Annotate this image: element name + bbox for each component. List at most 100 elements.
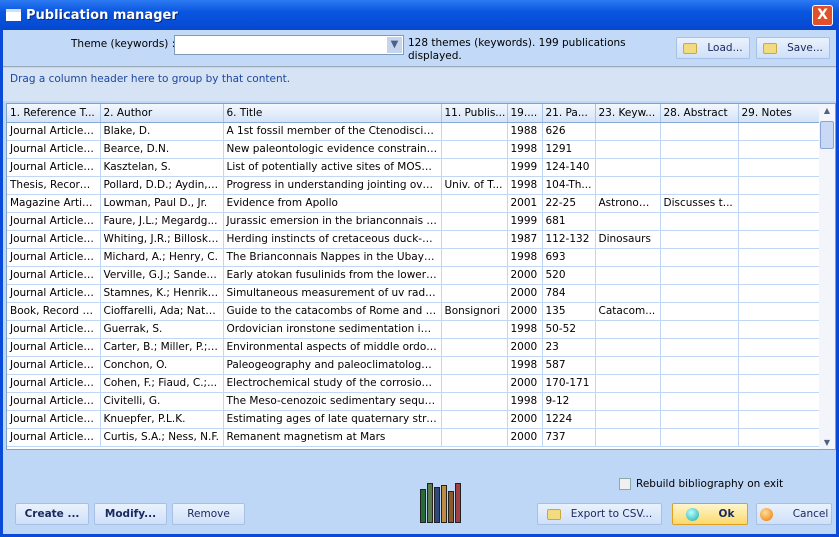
table-cell bbox=[595, 392, 661, 411]
column-header[interactable]: 6. Title bbox=[223, 104, 442, 123]
table-cell bbox=[441, 140, 508, 159]
column-header[interactable]: 28. Abstract bbox=[660, 104, 739, 123]
table-row[interactable]: Journal Article, ... Stamnes, K.; Henriks… bbox=[7, 284, 820, 303]
table-cell: Lowman, Paul D., Jr. bbox=[100, 194, 224, 213]
table-cell bbox=[595, 338, 661, 357]
table-cell: Stamnes, K.; Henriks... bbox=[100, 284, 224, 303]
table-row[interactable]: Journal Article, ... Civitelli, G. The Mes… bbox=[7, 392, 820, 411]
table-row[interactable]: Journal Article, ... Kasztelan, S. List of… bbox=[7, 158, 820, 177]
table-cell: Blake, D. bbox=[100, 122, 224, 141]
ok-label: Ok bbox=[718, 508, 735, 520]
column-header[interactable]: 1. Reference T... bbox=[7, 104, 101, 123]
table-cell: Journal Article, ... bbox=[7, 338, 101, 357]
table-cell: Ordovician ironstone sedimentation in Ou… bbox=[223, 320, 442, 339]
table-cell: Herding instincts of cretaceous duck-bil… bbox=[223, 230, 442, 249]
load-button[interactable]: Load... bbox=[676, 37, 750, 59]
table-cell: Journal Article, ... bbox=[7, 428, 101, 447]
table-cell: Magazine Articl... bbox=[7, 194, 101, 213]
create-button[interactable]: Create ... bbox=[15, 503, 89, 525]
scroll-down-icon[interactable]: ▼ bbox=[819, 438, 835, 447]
table-cell: Bearce, D.N. bbox=[100, 140, 224, 159]
table-row[interactable]: Journal Article, ... Blake, D. A 1st fossi… bbox=[7, 122, 820, 141]
table-cell: Progress in understanding jointing over … bbox=[223, 176, 442, 195]
table-cell: Remanent magnetism at Mars bbox=[223, 428, 442, 447]
close-button[interactable]: X bbox=[812, 5, 833, 26]
load-label: Load... bbox=[707, 42, 743, 54]
column-header[interactable]: 11. Publis... bbox=[441, 104, 508, 123]
table-cell: Journal Article, ... bbox=[7, 320, 101, 339]
folder-icon bbox=[546, 508, 561, 520]
table-cell bbox=[660, 392, 739, 411]
scroll-up-icon[interactable]: ▲ bbox=[819, 106, 835, 115]
export-csv-button[interactable]: Export to CSV... bbox=[537, 503, 662, 525]
table-cell: Carter, B.; Miller, P.; ... bbox=[100, 338, 224, 357]
table-cell bbox=[738, 284, 820, 303]
toolbar: Theme (keywords) : ▼ 128 themes (keyword… bbox=[3, 30, 836, 67]
table-cell: New paleontologic evidence constraining … bbox=[223, 140, 442, 159]
table-cell bbox=[595, 320, 661, 339]
table-row[interactable]: Journal Article, ... Whiting, J.R.; Billo… bbox=[7, 230, 820, 249]
table-row[interactable]: Journal Article, ... Cohen, F.; Fiaud, C.… bbox=[7, 374, 820, 393]
table-cell bbox=[738, 176, 820, 195]
group-by-panel[interactable]: Drag a column header here to group by th… bbox=[3, 68, 836, 101]
ok-button[interactable]: Ok bbox=[672, 503, 748, 525]
table-row[interactable]: Journal Article, ... Curtis, S.A.; Ness, … bbox=[7, 428, 820, 447]
column-header[interactable]: 23. Keyw... bbox=[595, 104, 661, 123]
table-cell: 1998 bbox=[507, 356, 543, 375]
table-row[interactable]: Journal Article, ... Conchon, O. Paleogeog… bbox=[7, 356, 820, 375]
table-cell bbox=[441, 320, 508, 339]
column-header[interactable]: 21. Pa... bbox=[542, 104, 596, 123]
table-cell bbox=[660, 320, 739, 339]
table-cell bbox=[738, 428, 820, 447]
remove-button[interactable]: Remove bbox=[172, 503, 245, 525]
table-cell: Catacom... bbox=[595, 302, 661, 321]
rebuild-checkbox[interactable] bbox=[619, 478, 631, 490]
chevron-down-icon[interactable]: ▼ bbox=[387, 37, 402, 53]
table-row[interactable]: Journal Article, ... Verville, G.J.; Sand… bbox=[7, 266, 820, 285]
table-cell bbox=[595, 374, 661, 393]
save-button[interactable]: Save... bbox=[756, 37, 830, 59]
table-row[interactable]: Journal Article, ... Bearce, D.N. New pale… bbox=[7, 140, 820, 159]
status-info: 128 themes (keywords). 199 publications … bbox=[408, 37, 626, 62]
table-row[interactable]: Journal Article, ... Knuepfer, P.L.K. Esti… bbox=[7, 410, 820, 429]
vertical-scrollbar[interactable]: ▲ ▼ bbox=[819, 104, 835, 449]
table-cell: 1988 bbox=[507, 122, 543, 141]
theme-combobox[interactable]: ▼ bbox=[174, 35, 404, 55]
table-cell bbox=[660, 410, 739, 429]
table-cell bbox=[595, 410, 661, 429]
table-row[interactable]: Journal Article, ... Guerrak, S. Ordovicia… bbox=[7, 320, 820, 339]
table-row[interactable]: Journal Article, ... Michard, A.; Henry, … bbox=[7, 248, 820, 267]
table-cell: Dinosaurs bbox=[595, 230, 661, 249]
table-cell bbox=[660, 338, 739, 357]
save-label: Save... bbox=[787, 42, 823, 54]
table-cell: 1998 bbox=[507, 248, 543, 267]
table-row[interactable]: Book, Record N... Cioffarelli, Ada; Natal… bbox=[7, 302, 820, 321]
table-cell: 693 bbox=[542, 248, 596, 267]
scroll-thumb[interactable] bbox=[820, 121, 834, 149]
table-cell: Journal Article, ... bbox=[7, 284, 101, 303]
table-cell: 2000 bbox=[507, 338, 543, 357]
table-cell: Verville, G.J.; Sander... bbox=[100, 266, 224, 285]
column-header[interactable]: 2. Author bbox=[100, 104, 224, 123]
table-cell: 587 bbox=[542, 356, 596, 375]
table-cell bbox=[738, 302, 820, 321]
table-cell: 1998 bbox=[507, 392, 543, 411]
table-row[interactable]: Journal Article, ... Faure, J.L.; Megardg… bbox=[7, 212, 820, 231]
table-cell: Paleogeography and paleoclimatology of .… bbox=[223, 356, 442, 375]
table-cell bbox=[738, 230, 820, 249]
column-header[interactable]: 19.... bbox=[507, 104, 543, 123]
window-icon bbox=[6, 9, 21, 21]
column-header[interactable]: 29. Notes bbox=[738, 104, 820, 123]
table-cell bbox=[660, 374, 739, 393]
cancel-button[interactable]: Cancel bbox=[756, 503, 832, 525]
table-cell bbox=[738, 320, 820, 339]
table-cell bbox=[441, 266, 508, 285]
table-row[interactable]: Magazine Articl... Lowman, Paul D., Jr. Ev… bbox=[7, 194, 820, 213]
modify-button[interactable]: Modify... bbox=[94, 503, 167, 525]
table-row[interactable]: Journal Article, ... Carter, B.; Miller, … bbox=[7, 338, 820, 357]
table-cell: Whiting, J.R.; Billoski... bbox=[100, 230, 224, 249]
cancel-icon bbox=[759, 507, 773, 521]
table-cell: Journal Article, ... bbox=[7, 248, 101, 267]
publications-grid: 1. Reference T... 2. Author 6. Title 11. Pu… bbox=[6, 103, 836, 450]
table-row[interactable]: Thesis, Record ... Pollard, D.D.; Aydin, … bbox=[7, 176, 820, 195]
